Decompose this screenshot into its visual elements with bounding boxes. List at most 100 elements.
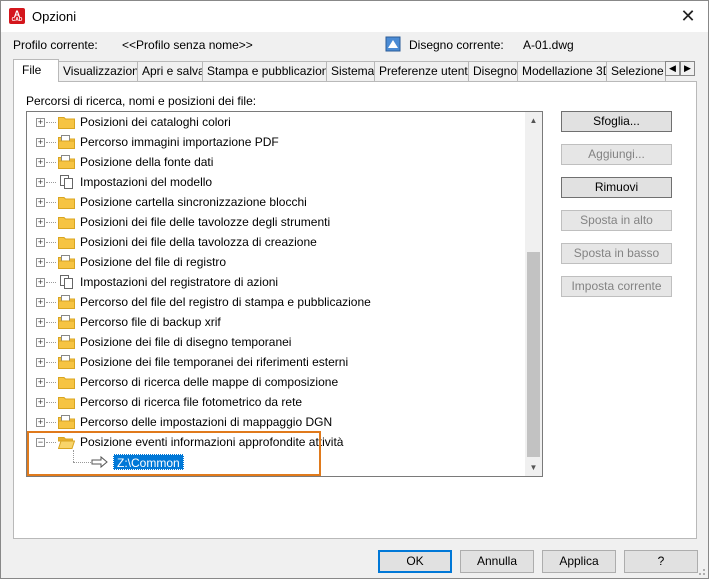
profile-row: Profilo corrente: <<Profilo senza nome>>… [13, 36, 703, 54]
tree-item[interactable]: + Posizione del file di registro [27, 252, 522, 272]
tab-scroll-right-icon[interactable]: ▶ [680, 61, 695, 76]
options-dialog: A CAD Opzioni ✕ Profilo corrente: <<Profi… [0, 0, 709, 579]
resize-grip-icon[interactable] [696, 566, 706, 576]
search-paths-label: Percorsi di ricerca, nomi e posizioni de… [26, 94, 257, 108]
search-paths-tree[interactable]: + Posizioni dei cataloghi colori + Percorso… [26, 111, 543, 477]
tree-connector [46, 122, 56, 123]
highlight-annotation-box [27, 431, 321, 476]
tab-apri-e-salva[interactable]: Apri e salva [137, 61, 203, 81]
tree-item[interactable]: + Posizione cartella sincronizzazione blo… [27, 192, 522, 212]
drawing-file-icon [385, 36, 401, 52]
expand-icon[interactable]: + [36, 158, 45, 167]
add-button[interactable]: Aggiungi... [561, 144, 672, 165]
expand-icon[interactable]: + [36, 338, 45, 347]
tab-preferenze-utente[interactable]: Preferenze utente [374, 61, 469, 81]
tab-file[interactable]: File [13, 59, 59, 82]
scroll-up-icon[interactable]: ▲ [525, 112, 542, 129]
tree-item-label: Percorso del file del registro di stampa… [80, 295, 371, 309]
tree-item[interactable]: + Posizioni dei file delle tavolozze degl… [27, 212, 522, 232]
tree-connector [46, 182, 56, 183]
tab-visualizzazione[interactable]: Visualizzazione [58, 61, 138, 81]
tree-connector [46, 142, 56, 143]
tab-strip: File Visualizzazione Apri e salva Stampa… [13, 59, 697, 82]
cancel-button[interactable]: Annulla [460, 550, 534, 573]
tree-item[interactable]: + Percorso file di backup xrif [27, 312, 522, 332]
tree-connector [46, 362, 56, 363]
expand-icon[interactable]: + [36, 258, 45, 267]
tree-item-label: Posizioni dei file della tavolozza di cr… [80, 235, 317, 249]
tree-connector [46, 322, 56, 323]
expand-icon[interactable]: + [36, 238, 45, 247]
current-drawing-value: A-01.dwg [523, 38, 574, 52]
current-drawing-label: Disegno corrente: [409, 38, 504, 52]
tree-item[interactable]: + Posizione della fonte dati [27, 152, 522, 172]
tree-item-label: Posizioni dei file delle tavolozze degli… [80, 215, 331, 229]
expand-icon[interactable]: + [36, 418, 45, 427]
tree-item[interactable]: + Percorso delle impostazioni di mappaggi… [27, 412, 522, 432]
scroll-thumb[interactable] [527, 252, 540, 457]
tree-item[interactable]: + Percorso del file del registro di stamp… [27, 292, 522, 312]
tree-item[interactable]: + Impostazioni del modello [27, 172, 522, 192]
tree-connector [46, 342, 56, 343]
tree-item-label: Posizione dei file temporanei dei riferi… [80, 355, 349, 369]
apply-button[interactable]: Applica [542, 550, 616, 573]
scroll-down-icon[interactable]: ▼ [525, 459, 542, 476]
tree-connector [46, 262, 56, 263]
expand-icon[interactable]: + [36, 178, 45, 187]
tree-item[interactable]: + Posizione dei file temporanei dei rifer… [27, 352, 522, 372]
tree-item-label: Posizioni dei cataloghi colori [80, 115, 231, 129]
current-profile-value: <<Profilo senza nome>> [122, 38, 253, 52]
tree-connector [46, 422, 56, 423]
tab-stampa-e-pubblicazione[interactable]: Stampa e pubblicazione [202, 61, 327, 81]
expand-icon[interactable]: + [36, 318, 45, 327]
tree-item[interactable]: + Posizioni dei file della tavolozza di c… [27, 232, 522, 252]
move-up-button[interactable]: Sposta in alto [561, 210, 672, 231]
title-bar: A CAD Opzioni ✕ [1, 1, 708, 32]
ok-button[interactable]: OK [378, 550, 452, 573]
close-icon[interactable]: ✕ [676, 4, 700, 28]
tree-item[interactable]: + Percorso di ricerca file fotometrico da… [27, 392, 522, 412]
tab-scroll-left-icon[interactable]: ◀ [665, 61, 680, 76]
tab-disegno[interactable]: Disegno [468, 61, 518, 81]
current-profile-label: Profilo corrente: [13, 38, 98, 52]
tree-item-label: Percorso file di backup xrif [80, 315, 221, 329]
tab-modellazione-3d[interactable]: Modellazione 3D [517, 61, 607, 81]
tree-item[interactable]: + Percorso di ricerca delle mappe di comp… [27, 372, 522, 392]
tree-item-label: Posizione dei file di disegno temporanei [80, 335, 292, 349]
expand-icon[interactable]: + [36, 358, 45, 367]
expand-icon[interactable]: + [36, 218, 45, 227]
tab-sistema[interactable]: Sistema [326, 61, 375, 81]
tree-scrollbar[interactable]: ▲ ▼ [525, 112, 542, 476]
app-logo-icon: A CAD [9, 8, 25, 24]
tree-item-label: Impostazioni del modello [80, 175, 213, 189]
expand-icon[interactable]: + [36, 138, 45, 147]
remove-button[interactable]: Rimuovi [561, 177, 672, 198]
expand-icon[interactable]: + [36, 278, 45, 287]
tree-item[interactable]: + Impostazioni del registratore di azioni [27, 272, 522, 292]
expand-icon[interactable]: + [36, 298, 45, 307]
window-title: Opzioni [32, 9, 77, 24]
tree-connector [46, 402, 56, 403]
browse-button[interactable]: Sfoglia... [561, 111, 672, 132]
tree-connector [46, 222, 56, 223]
expand-icon[interactable]: + [36, 198, 45, 207]
tree-connector [46, 302, 56, 303]
tree-item-label: Posizione cartella sincronizzazione bloc… [80, 195, 307, 209]
help-button[interactable]: ? [624, 550, 698, 573]
tree-item-label: Percorso immagini importazione PDF [80, 135, 279, 149]
expand-icon[interactable]: + [36, 378, 45, 387]
tree-connector [46, 162, 56, 163]
move-down-button[interactable]: Sposta in basso [561, 243, 672, 264]
tree-connector [46, 242, 56, 243]
tab-selezione[interactable]: Selezione [606, 61, 666, 81]
set-current-button[interactable]: Imposta corrente [561, 276, 672, 297]
tree-item[interactable]: + Percorso immagini importazione PDF [27, 132, 522, 152]
expand-icon[interactable]: + [36, 398, 45, 407]
tree-item-label: Percorso delle impostazioni di mappaggio… [80, 415, 333, 429]
expand-icon[interactable]: + [36, 118, 45, 127]
tree-connector [46, 282, 56, 283]
tree-item-label: Posizione della fonte dati [80, 155, 214, 169]
tree-item[interactable]: + Posizione dei file di disegno temporane… [27, 332, 522, 352]
tree-item[interactable]: + Posizioni dei cataloghi colori [27, 112, 522, 132]
tree-connector [46, 382, 56, 383]
